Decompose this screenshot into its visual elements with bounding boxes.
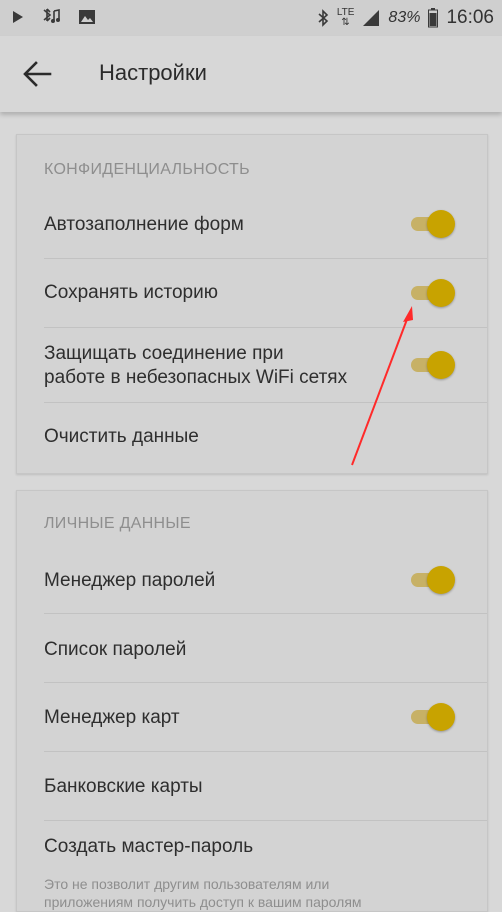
setting-label: Банковские карты [44, 776, 203, 797]
setting-label-line1: Защищать соединение при [44, 343, 284, 364]
bluetooth-icon [318, 9, 328, 27]
setting-label: Защищать соединение при работе в небезопа… [44, 342, 347, 390]
lte-icon: LTE ⇅ [336, 7, 355, 28]
bluetooth-silent-icon [43, 8, 60, 23]
setting-row-save-history[interactable]: Сохранять историю [17, 259, 487, 327]
network-label: LTE [336, 7, 355, 18]
setting-label: Очистить данные [44, 426, 199, 447]
toggle-thumb [427, 351, 455, 379]
image-icon [79, 10, 95, 24]
personal-data-section: ЛИЧНЫЕ ДАННЫЕ Менеджер паролей Список па… [16, 490, 488, 912]
setting-label: Менеджер карт [44, 707, 180, 728]
setting-label: Список паролей [44, 639, 187, 660]
note-line2: приложениям получить доступ к вашим паро… [44, 894, 362, 910]
master-password-note: Это не позволит другим пользователям или… [44, 875, 444, 911]
page-title: Настройки [99, 60, 207, 85]
section-header-privacy: КОНФИДЕНЦИАЛЬНОСТЬ [44, 161, 250, 178]
setting-row-clear-data[interactable]: Очистить данные [17, 403, 487, 471]
section-header-personal: ЛИЧНЫЕ ДАННЫЕ [44, 515, 191, 532]
status-bar-right: LTE ⇅ 83% 16:06 [317, 7, 494, 29]
setting-row-protect-wifi[interactable]: Защищать соединение при работе в небезопа… [17, 328, 487, 402]
privacy-section: КОНФИДЕНЦИАЛЬНОСТЬ Автозаполнение форм С… [16, 134, 488, 474]
toggle-thumb [427, 210, 455, 238]
app-bar: Настройки [0, 36, 502, 112]
setting-label: Создать мастер-пароль [44, 836, 254, 857]
setting-row-card-manager[interactable]: Менеджер карт [17, 683, 487, 751]
setting-row-password-manager[interactable]: Менеджер паролей [17, 545, 487, 613]
toggle-thumb [427, 566, 455, 594]
status-bar-left [12, 8, 96, 26]
toggle-thumb [427, 279, 455, 307]
setting-label: Сохранять историю [44, 282, 218, 303]
setting-row-autofill[interactable]: Автозаполнение форм [17, 189, 487, 259]
setting-label: Автозаполнение форм [44, 214, 244, 235]
battery-icon [428, 8, 439, 28]
save-history-toggle[interactable] [411, 278, 455, 308]
status-bar: LTE ⇅ 83% 16:06 [0, 0, 502, 36]
back-button[interactable] [22, 60, 52, 88]
signal-icon [363, 10, 380, 26]
autofill-toggle[interactable] [411, 209, 455, 239]
note-line1: Это не позволит другим пользователям или [44, 876, 330, 892]
clock: 16:06 [446, 7, 494, 28]
card-manager-toggle[interactable] [411, 702, 455, 732]
arrow-left-icon [23, 61, 52, 87]
battery-percent: 83% [388, 9, 421, 26]
setting-label: Менеджер паролей [44, 570, 216, 591]
play-icon [13, 11, 23, 23]
setting-row-bank-cards[interactable]: Банковские карты [17, 752, 487, 820]
toggle-thumb [427, 703, 455, 731]
setting-row-password-list[interactable]: Список паролей [17, 614, 487, 682]
protect-wifi-toggle[interactable] [411, 350, 455, 380]
password-manager-toggle[interactable] [411, 565, 455, 595]
setting-label-line2: работе в небезопасных WiFi сетях [44, 367, 348, 388]
